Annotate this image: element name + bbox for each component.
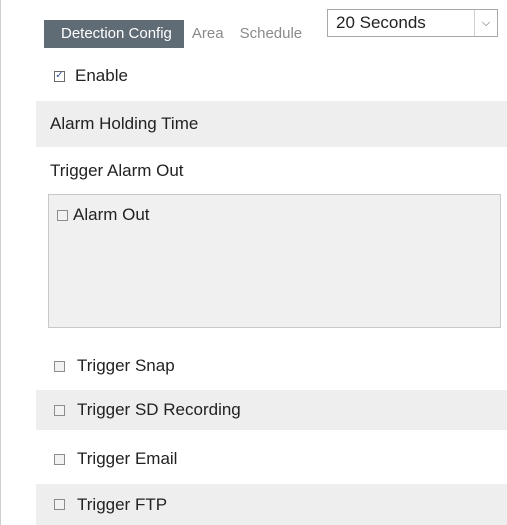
enable-label: Enable bbox=[75, 66, 128, 85]
check-mark-icon: ✓ bbox=[55, 70, 64, 81]
enable-checkbox[interactable]: ✓ bbox=[54, 70, 65, 82]
trigger-snap-row: Trigger Snap bbox=[36, 350, 507, 382]
trigger-alarm-out-row: Trigger Alarm Out bbox=[36, 156, 507, 186]
trigger-email-row: Trigger Email bbox=[36, 443, 507, 475]
chevron-down-icon[interactable]: ⌵ bbox=[474, 10, 497, 36]
alarm-holding-time-row: Alarm Holding Time bbox=[36, 101, 507, 147]
alarm-out-checkbox[interactable] bbox=[57, 209, 68, 221]
alarm-out-label: Alarm Out bbox=[73, 205, 150, 224]
tab-detection-config[interactable]: Detection Config bbox=[44, 20, 184, 48]
enable-row: ✓ Enable bbox=[36, 60, 507, 92]
alarm-holding-time-select[interactable]: 20 Seconds ⌵ bbox=[327, 9, 498, 37]
trigger-snap-checkbox[interactable] bbox=[54, 360, 65, 372]
trigger-sd-recording-checkbox[interactable] bbox=[54, 404, 65, 416]
trigger-ftp-row: Trigger FTP bbox=[36, 484, 507, 525]
trigger-sd-recording-label: Trigger SD Recording bbox=[77, 400, 241, 419]
alarm-holding-time-label: Alarm Holding Time bbox=[50, 114, 199, 133]
trigger-alarm-out-title: Trigger Alarm Out bbox=[50, 161, 184, 180]
trigger-ftp-checkbox[interactable] bbox=[54, 499, 65, 510]
tab-schedule[interactable]: Schedule bbox=[232, 20, 311, 48]
tab-bar: Detection Config Area Schedule bbox=[44, 20, 310, 48]
trigger-email-label: Trigger Email bbox=[77, 449, 178, 468]
alarm-out-list: Alarm Out bbox=[48, 194, 501, 328]
motion-detection-panel: Detection Config Area Schedule ✓ Enable … bbox=[0, 0, 507, 525]
trigger-ftp-label: Trigger FTP bbox=[77, 494, 168, 514]
trigger-sd-recording-row: Trigger SD Recording bbox=[36, 390, 507, 430]
panel-left-border bbox=[0, 0, 1, 525]
tab-area[interactable]: Area bbox=[184, 20, 232, 48]
alarm-out-item[interactable]: Alarm Out bbox=[57, 205, 150, 225]
alarm-holding-time-value: 20 Seconds bbox=[336, 13, 426, 32]
trigger-email-checkbox[interactable] bbox=[54, 453, 65, 465]
trigger-snap-label: Trigger Snap bbox=[77, 356, 175, 375]
